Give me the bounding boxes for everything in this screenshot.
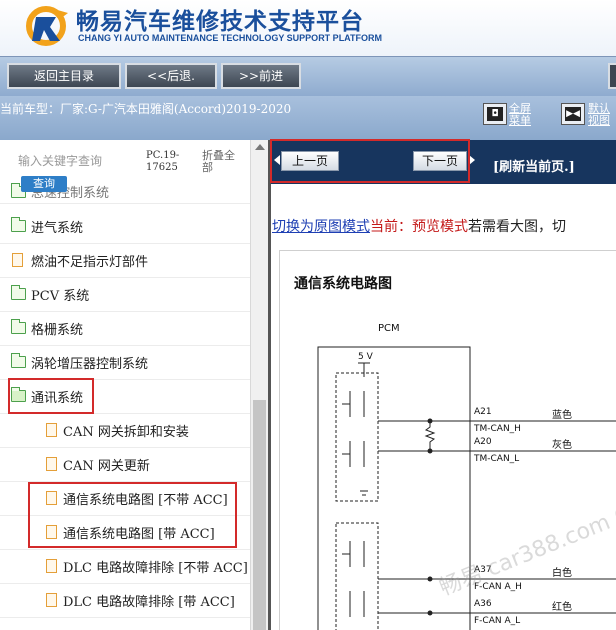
sidebar: 总速控制系统 进气系统 燃油不足指示灯部件 PCV 系统 格栅系统 涡轮增压器控… bbox=[0, 140, 268, 630]
tree-item-communication[interactable]: 通讯系统 bbox=[0, 380, 250, 414]
fullscreen-menu-link[interactable]: 全屏 菜单 bbox=[509, 103, 531, 127]
tree-item-circuit-no-acc[interactable]: 通信系统电路图 [不带 ACC] bbox=[0, 482, 250, 516]
tree-item-label: PCV 系统 bbox=[31, 289, 90, 304]
page-code: PC.19- 17625 bbox=[146, 150, 180, 173]
f-can-a-h-label: F-CAN A_H bbox=[474, 582, 522, 592]
search-placeholder: 输入关键字查询 bbox=[18, 154, 103, 168]
refresh-link[interactable]: [刷新当前页.] bbox=[493, 156, 575, 175]
folder-icon bbox=[11, 353, 26, 368]
tree-item-turbo[interactable]: 涡轮增压器控制系统 bbox=[0, 346, 250, 380]
document-icon bbox=[46, 593, 57, 607]
tree-item-pcv[interactable]: PCV 系统 bbox=[0, 278, 250, 312]
tree-item-circuit-acc[interactable]: 通信系统电路图 [带 ACC] bbox=[0, 516, 250, 550]
wire-color-gray: 灰色 bbox=[552, 438, 572, 451]
document-icon bbox=[12, 253, 23, 267]
document-icon bbox=[46, 423, 57, 437]
switch-original-mode-link[interactable]: 切换为原图模式 bbox=[272, 219, 370, 235]
prev-page-button[interactable]: 上一页 bbox=[281, 151, 339, 171]
default-view-icon[interactable]: ▶◀ bbox=[561, 103, 585, 125]
tree-item-label: DLC 电路故障排除 [带 ACC] bbox=[63, 595, 235, 610]
pin-a21: A21 bbox=[474, 407, 492, 417]
tree-item-intake[interactable]: 进气系统 bbox=[0, 210, 250, 244]
tree-item-dlc-no-acc[interactable]: DLC 电路故障排除 [不带 ACC] bbox=[0, 550, 250, 584]
folder-icon bbox=[11, 217, 26, 232]
tree-item-label: 燃油不足指示灯部件 bbox=[31, 255, 149, 270]
module-label: PCM bbox=[378, 323, 400, 334]
tree-list: 总速控制系统 进气系统 燃油不足指示灯部件 PCV 系统 格栅系统 涡轮增压器控… bbox=[0, 140, 250, 630]
tree-item-label: 通讯系统 bbox=[31, 391, 84, 406]
chang-yi-logo-icon bbox=[26, 6, 68, 46]
tree-item-dlc-acc[interactable]: DLC 电路故障排除 [带 ACC] bbox=[0, 584, 250, 618]
content-pane: 上一页 下一页 [刷新当前页.] 切换为原图模式当前：预览模式若需看大图，切 通… bbox=[271, 140, 616, 630]
tree-item-label: 通信系统电路图 [带 ACC] bbox=[63, 527, 215, 542]
search-button[interactable]: 查询 bbox=[21, 176, 67, 192]
pin-a36: A36 bbox=[474, 599, 492, 609]
tm-can-l-label: TM-CAN_L bbox=[473, 454, 519, 464]
collapse-all-link[interactable]: 折叠全部 bbox=[202, 150, 235, 174]
home-button[interactable]: 返回主目录 bbox=[7, 63, 121, 89]
tree-item-grille[interactable]: 格栅系统 bbox=[0, 312, 250, 346]
folder-open-icon bbox=[11, 387, 26, 402]
app-header: 畅易汽车维修技术支持平台 CHANG YI AUTO MAINTENANCE T… bbox=[0, 0, 616, 56]
tree-item-can-gateway-update[interactable]: CAN 网关更新 bbox=[0, 448, 250, 482]
scroll-thumb[interactable] bbox=[253, 400, 266, 630]
wire-color-white: 白色 bbox=[552, 566, 572, 579]
tree-item-label: 进气系统 bbox=[31, 221, 84, 236]
tree-item-label: CAN 网关更新 bbox=[63, 459, 150, 474]
scroll-up-arrow-icon[interactable] bbox=[255, 144, 265, 150]
default-view-link[interactable]: 默认 视图 bbox=[588, 103, 610, 127]
tm-can-h-label: TM-CAN_H bbox=[473, 424, 521, 434]
circuit-diagram: PCM 5 V A21 TM-CAN_H A20 TM-CAN_L 蓝色 灰色 bbox=[317, 323, 616, 630]
wire-color-red: 红色 bbox=[552, 600, 572, 613]
current-mode: 当前：预览模式 bbox=[370, 219, 468, 235]
document-icon bbox=[46, 457, 57, 471]
main-toolbar: 返回主目录 <<后退. >>前进 bbox=[0, 56, 616, 96]
document-icon bbox=[46, 559, 57, 573]
prev-arrow-icon bbox=[274, 155, 280, 165]
forward-button[interactable]: >>前进 bbox=[221, 63, 301, 89]
view-mode-line: 切换为原图模式当前：预览模式若需看大图，切 bbox=[272, 216, 566, 236]
diagram-panel: 通信系统电路图 PCM 5 V A21 TM-CAN_H A20 TM-CAN_… bbox=[279, 250, 616, 630]
document-icon bbox=[46, 491, 57, 505]
brand-title: 畅易汽车维修技术支持平台 bbox=[76, 9, 364, 35]
tree-item-label: 格栅系统 bbox=[31, 323, 84, 338]
toolbar-extra-button[interactable] bbox=[608, 63, 616, 89]
fullscreen-icon[interactable]: ◘ bbox=[483, 103, 507, 125]
folder-icon bbox=[11, 319, 26, 334]
supply-label: 5 V bbox=[358, 352, 374, 362]
tree-item-label: CAN 网关拆卸和安装 bbox=[63, 425, 189, 440]
pin-a20: A20 bbox=[474, 437, 492, 447]
brand-subtitle: CHANG YI AUTO MAINTENANCE TECHNOLOGY SUP… bbox=[78, 33, 383, 43]
wire-color-blue: 蓝色 bbox=[552, 408, 572, 421]
page-nav-bar: 上一页 下一页 [刷新当前页.] bbox=[271, 140, 616, 184]
tree-item-can-gateway-removal[interactable]: CAN 网关拆卸和安装 bbox=[0, 414, 250, 448]
tree-item-low-fuel[interactable]: 燃油不足指示灯部件 bbox=[0, 244, 250, 278]
document-icon bbox=[46, 525, 57, 539]
folder-icon bbox=[11, 285, 26, 300]
next-page-button[interactable]: 下一页 bbox=[413, 151, 467, 171]
tree-item-label: 通信系统电路图 [不带 ACC] bbox=[63, 493, 228, 508]
mode-hint: 若需看大图，切 bbox=[468, 219, 566, 235]
info-bar: 当前车型：厂家:G-广汽本田雅阁(Accord)2019-2020 ◘ 全屏 菜单… bbox=[0, 96, 616, 140]
tree-item-label: DLC 电路故障排除 [不带 ACC] bbox=[63, 561, 248, 576]
sidebar-scrollbar[interactable] bbox=[250, 140, 268, 630]
tree-item-label: 涡轮增压器控制系统 bbox=[31, 357, 149, 372]
next-arrow-icon bbox=[469, 155, 475, 165]
pin-a37: A37 bbox=[474, 565, 492, 575]
search-input[interactable]: 输入关键字查询 查询 bbox=[4, 150, 110, 192]
f-can-a-l-label: F-CAN A_L bbox=[474, 616, 520, 626]
current-vehicle: 当前车型：厂家:G-广汽本田雅阁(Accord)2019-2020 bbox=[0, 102, 292, 116]
back-button[interactable]: <<后退. bbox=[125, 63, 217, 89]
